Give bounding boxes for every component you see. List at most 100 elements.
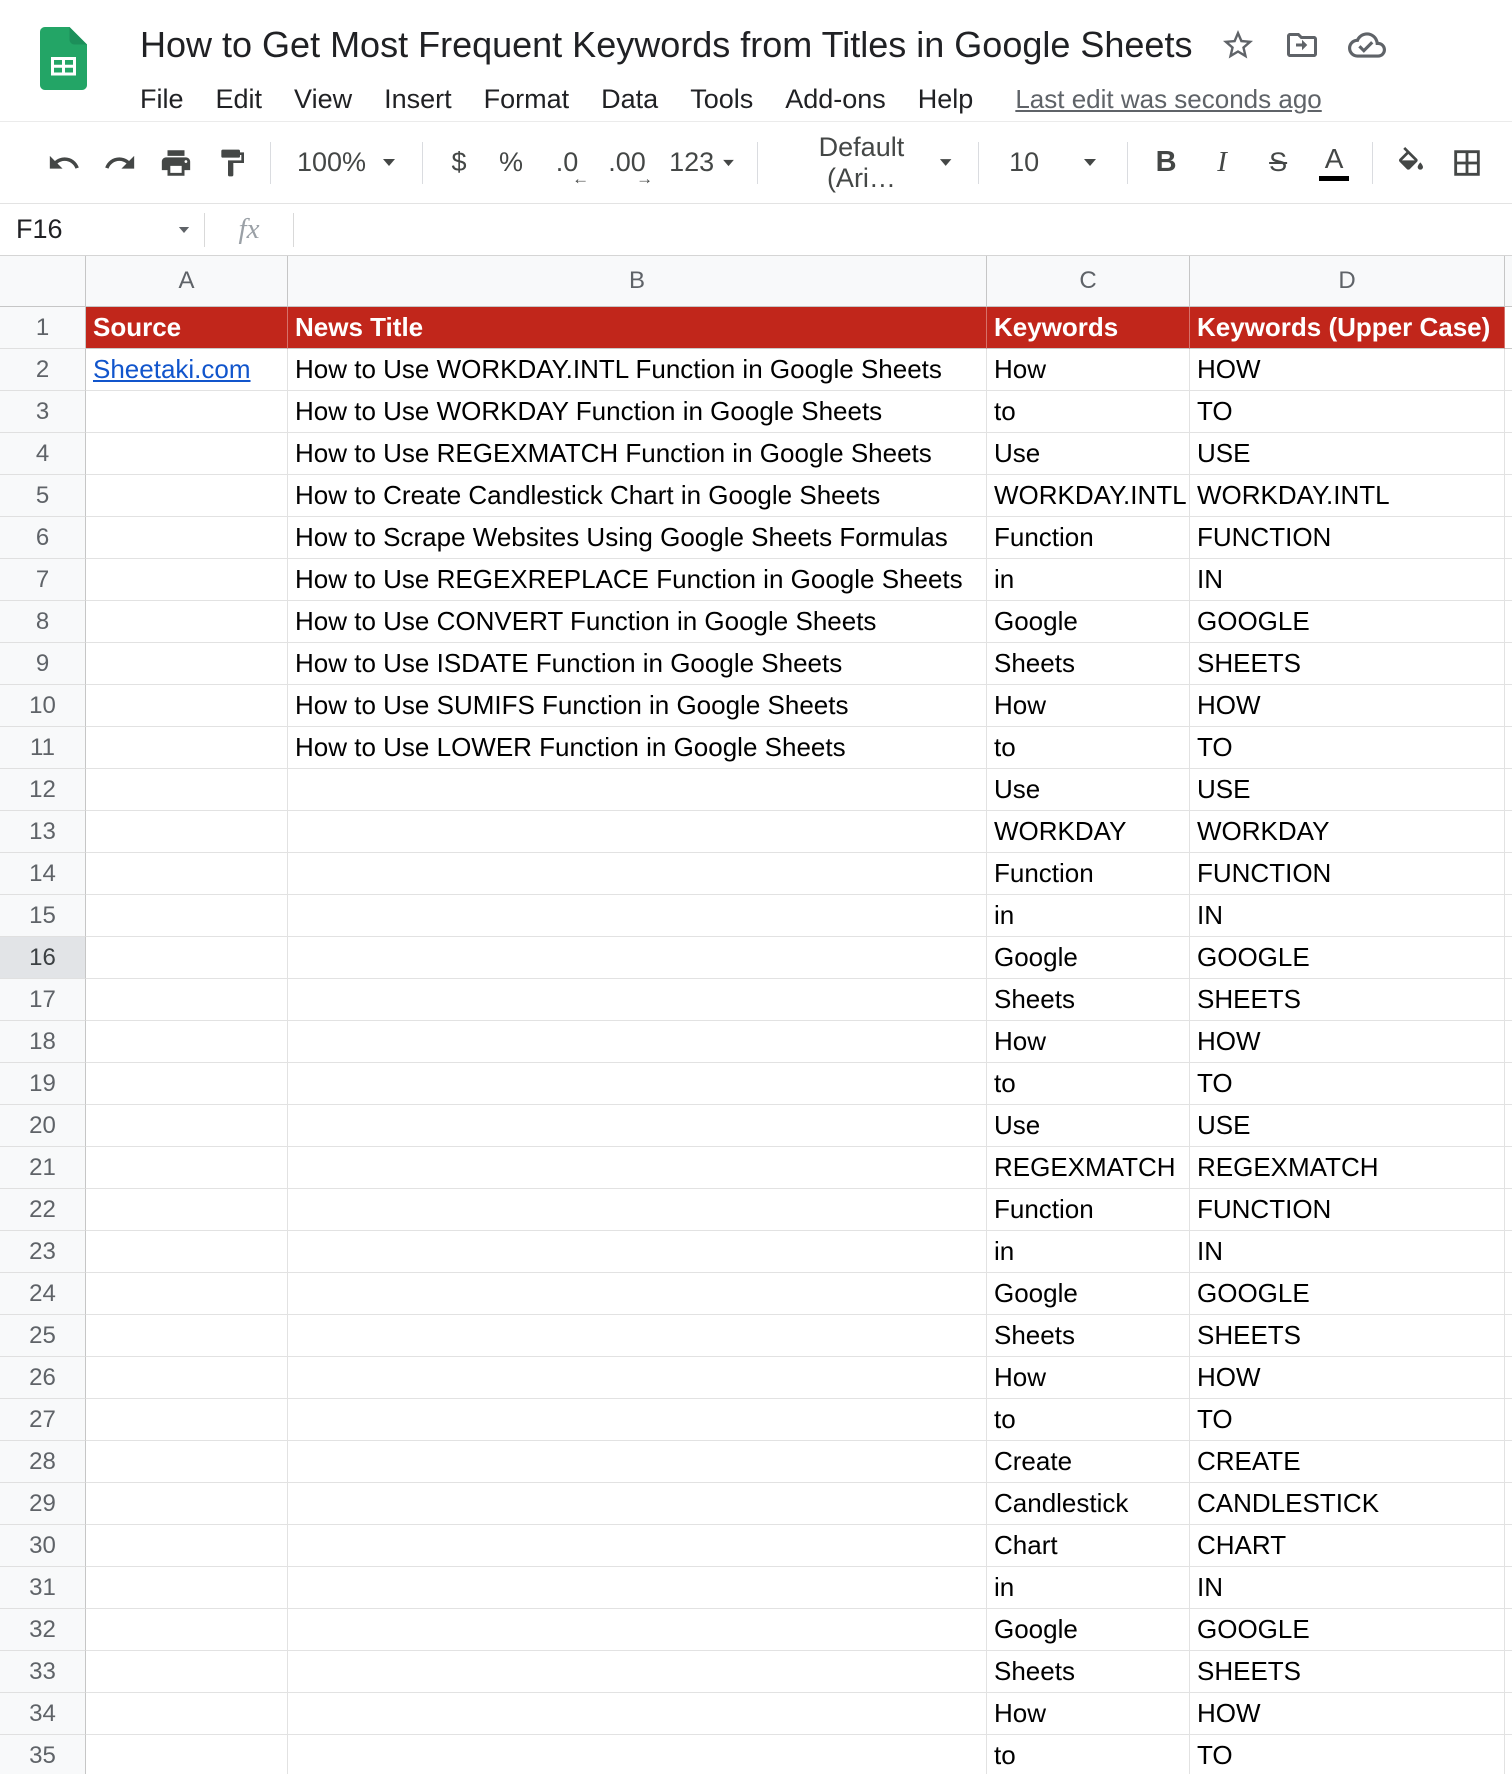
cell-e[interactable] bbox=[1505, 685, 1512, 727]
row-number[interactable]: 10 bbox=[0, 685, 86, 727]
row-number[interactable]: 3 bbox=[0, 391, 86, 433]
cell-c[interactable]: How bbox=[987, 1693, 1190, 1735]
cell-d[interactable]: FUNCTION bbox=[1190, 1189, 1505, 1231]
cell-e[interactable] bbox=[1505, 853, 1512, 895]
last-edit-status[interactable]: Last edit was seconds ago bbox=[1015, 84, 1321, 115]
cell-d[interactable]: HOW bbox=[1190, 685, 1505, 727]
row-number[interactable]: 19 bbox=[0, 1063, 86, 1105]
menu-tools[interactable]: Tools bbox=[674, 84, 769, 115]
cell-c[interactable]: Sheets bbox=[987, 1651, 1190, 1693]
format-currency-button[interactable]: $ bbox=[435, 135, 483, 191]
cell-a[interactable] bbox=[86, 1567, 288, 1609]
cell-c[interactable]: Sheets bbox=[987, 979, 1190, 1021]
cell-b[interactable] bbox=[288, 1735, 987, 1774]
row-number[interactable]: 4 bbox=[0, 433, 86, 475]
cell-c[interactable]: in bbox=[987, 559, 1190, 601]
cell-b[interactable]: How to Use SUMIFS Function in Google She… bbox=[288, 685, 987, 727]
cell-e[interactable] bbox=[1505, 1189, 1512, 1231]
cell-e[interactable] bbox=[1505, 433, 1512, 475]
cell-a[interactable] bbox=[86, 1189, 288, 1231]
cell-a[interactable] bbox=[86, 1105, 288, 1147]
paint-format-button[interactable] bbox=[206, 135, 258, 191]
font-size-select[interactable]: 10 bbox=[991, 135, 1115, 191]
cell-b[interactable] bbox=[288, 1189, 987, 1231]
cell-b[interactable]: News Title bbox=[288, 307, 987, 349]
cell-d[interactable]: WORKDAY bbox=[1190, 811, 1505, 853]
cell-c[interactable]: in bbox=[987, 1231, 1190, 1273]
cell-d[interactable]: REGEXMATCH bbox=[1190, 1147, 1505, 1189]
number-format-button[interactable]: 123 bbox=[659, 135, 745, 191]
cell-d[interactable]: FUNCTION bbox=[1190, 853, 1505, 895]
cell-e[interactable] bbox=[1505, 307, 1512, 349]
cell-e[interactable] bbox=[1505, 1315, 1512, 1357]
cell-b[interactable]: How to Create Candlestick Chart in Googl… bbox=[288, 475, 987, 517]
cell-a[interactable] bbox=[86, 1735, 288, 1774]
cell-c[interactable]: to bbox=[987, 1063, 1190, 1105]
cell-b[interactable] bbox=[288, 1441, 987, 1483]
row-number[interactable]: 2 bbox=[0, 349, 86, 391]
cell-d[interactable]: SHEETS bbox=[1190, 1315, 1505, 1357]
name-box[interactable]: F16 bbox=[0, 204, 204, 255]
cell-d[interactable]: IN bbox=[1190, 1567, 1505, 1609]
cell-a[interactable] bbox=[86, 1357, 288, 1399]
cell-b[interactable] bbox=[288, 853, 987, 895]
cell-c[interactable]: Use bbox=[987, 433, 1190, 475]
menu-view[interactable]: View bbox=[278, 84, 368, 115]
increase-decimal-button[interactable]: .00 → bbox=[599, 135, 655, 191]
cell-e[interactable] bbox=[1505, 349, 1512, 391]
row-number[interactable]: 35 bbox=[0, 1735, 86, 1774]
cell-d[interactable]: CANDLESTICK bbox=[1190, 1483, 1505, 1525]
cell-b[interactable] bbox=[288, 1525, 987, 1567]
cell-c[interactable]: How bbox=[987, 349, 1190, 391]
cell-c[interactable]: Sheets bbox=[987, 1315, 1190, 1357]
cell-a[interactable] bbox=[86, 1315, 288, 1357]
cell-c[interactable]: How bbox=[987, 1021, 1190, 1063]
row-number[interactable]: 25 bbox=[0, 1315, 86, 1357]
cell-e[interactable] bbox=[1505, 937, 1512, 979]
cell-a[interactable] bbox=[86, 1609, 288, 1651]
row-number[interactable]: 11 bbox=[0, 727, 86, 769]
row-number[interactable]: 30 bbox=[0, 1525, 86, 1567]
strikethrough-button[interactable]: S bbox=[1252, 135, 1304, 191]
text-color-button[interactable]: A bbox=[1308, 135, 1360, 191]
cell-e[interactable] bbox=[1505, 1651, 1512, 1693]
row-number[interactable]: 1 bbox=[0, 307, 86, 349]
cell-a[interactable] bbox=[86, 1525, 288, 1567]
cell-a[interactable] bbox=[86, 979, 288, 1021]
sheets-logo-icon[interactable] bbox=[40, 27, 87, 95]
cell-d[interactable]: GOOGLE bbox=[1190, 1273, 1505, 1315]
cell-d[interactable]: IN bbox=[1190, 1231, 1505, 1273]
cell-b[interactable] bbox=[288, 1273, 987, 1315]
cell-c[interactable]: REGEXMATCH bbox=[987, 1147, 1190, 1189]
undo-button[interactable] bbox=[38, 135, 90, 191]
cell-e[interactable] bbox=[1505, 601, 1512, 643]
row-number[interactable]: 15 bbox=[0, 895, 86, 937]
cell-c[interactable]: Google bbox=[987, 937, 1190, 979]
cell-d[interactable]: CREATE bbox=[1190, 1441, 1505, 1483]
decrease-decimal-button[interactable]: .0 ← bbox=[539, 135, 595, 191]
cell-c[interactable]: How bbox=[987, 1357, 1190, 1399]
cell-a[interactable] bbox=[86, 1147, 288, 1189]
cell-d[interactable]: GOOGLE bbox=[1190, 937, 1505, 979]
cell-d[interactable]: SHEETS bbox=[1190, 979, 1505, 1021]
cell-c[interactable]: Google bbox=[987, 601, 1190, 643]
cell-a[interactable] bbox=[86, 811, 288, 853]
cell-b[interactable]: How to Use CONVERT Function in Google Sh… bbox=[288, 601, 987, 643]
cell-a[interactable] bbox=[86, 391, 288, 433]
cell-d[interactable]: HOW bbox=[1190, 1693, 1505, 1735]
cell-c[interactable]: Create bbox=[987, 1441, 1190, 1483]
cell-a[interactable] bbox=[86, 1273, 288, 1315]
cell-c[interactable]: Google bbox=[987, 1609, 1190, 1651]
cell-b[interactable] bbox=[288, 1063, 987, 1105]
cell-a[interactable] bbox=[86, 1231, 288, 1273]
cell-c[interactable]: to bbox=[987, 727, 1190, 769]
cell-b[interactable] bbox=[288, 979, 987, 1021]
column-header-c[interactable]: C bbox=[987, 256, 1190, 307]
row-number[interactable]: 6 bbox=[0, 517, 86, 559]
cell-b[interactable] bbox=[288, 1357, 987, 1399]
cell-e[interactable] bbox=[1505, 1693, 1512, 1735]
move-to-folder-icon[interactable] bbox=[1284, 27, 1320, 63]
cell-a[interactable] bbox=[86, 937, 288, 979]
cell-b[interactable] bbox=[288, 1147, 987, 1189]
row-number[interactable]: 33 bbox=[0, 1651, 86, 1693]
